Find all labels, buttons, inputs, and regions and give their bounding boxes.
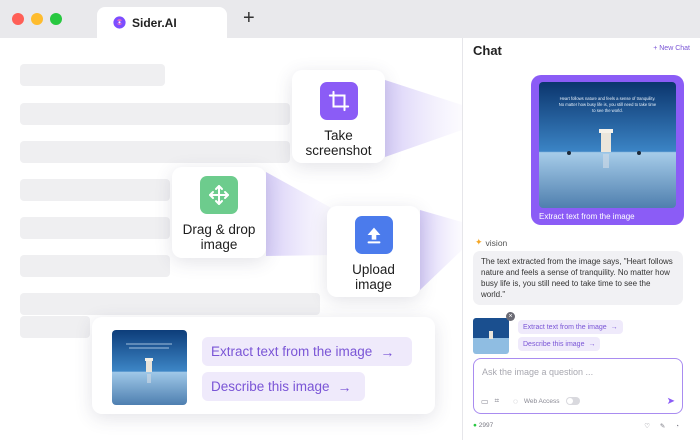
new-chat-button[interactable]: + New Chat: [653, 45, 690, 52]
image-thumbnail[interactable]: [112, 330, 187, 405]
skeleton-line: [20, 217, 170, 239]
credits-icon: ●: [473, 422, 477, 429]
extract-text-mini-chip[interactable]: Extract text from the image →: [518, 320, 623, 334]
image-quote-text: Heart follows nature and feels a sense o…: [558, 96, 657, 113]
extract-text-chip[interactable]: Extract text from the image →: [202, 337, 412, 366]
skeleton-line: [20, 141, 290, 163]
pending-image-thumbnail[interactable]: [473, 318, 509, 354]
close-window-button[interactable]: [12, 13, 24, 25]
tab-title: Sider.AI: [132, 15, 177, 30]
feedback-icons[interactable]: ♡ ✎ ◔: [644, 422, 683, 430]
chat-title: Chat: [473, 43, 502, 58]
image-icon[interactable]: ▭: [481, 397, 489, 406]
web-access-toggle[interactable]: [565, 397, 580, 405]
chat-footer: ● 2997 ♡ ✎ ◔: [473, 422, 685, 434]
upload-icon: [354, 216, 393, 254]
skeleton-line: [20, 255, 170, 277]
attached-image[interactable]: Heart follows nature and feels a sense o…: [539, 82, 676, 208]
arrow-right-icon: →: [337, 378, 352, 395]
web-access-label: Web Access: [523, 397, 560, 405]
drag-drop-label: Drag & drop image: [182, 222, 256, 252]
skeleton-line: [20, 179, 170, 201]
describe-image-mini-chip[interactable]: Describe this image →: [518, 337, 601, 351]
drag-drop-card[interactable]: Drag & drop image: [172, 167, 266, 258]
skeleton-line: [20, 103, 290, 125]
input-toolbar: ▭ ⌗ ◌ Web Access: [481, 396, 580, 406]
crop-icon: [319, 82, 358, 120]
arrow-right-icon: →: [380, 343, 395, 360]
image-action-bar: Extract text from the image → Describe t…: [92, 317, 435, 414]
attach-icon[interactable]: ⌗: [495, 396, 500, 406]
globe-icon: ◌: [513, 396, 518, 406]
skeleton-line: [20, 293, 320, 315]
chat-sidebar: Chat + New Chat Heart follows nature and…: [462, 38, 700, 440]
upload-image-card[interactable]: Upload image: [327, 206, 420, 297]
send-icon[interactable]: ➤: [667, 396, 675, 407]
maximize-window-button[interactable]: [50, 13, 62, 25]
move-arrows-icon: [200, 176, 238, 214]
model-badge: ✦ vision: [475, 237, 508, 248]
credits-count: 2997: [478, 422, 494, 429]
browser-tab[interactable]: Sider.AI: [97, 7, 227, 38]
take-screenshot-card[interactable]: Take screenshot: [292, 70, 385, 163]
plus-icon[interactable]: +: [243, 8, 255, 28]
arrow-right-icon: →: [588, 340, 596, 348]
skeleton-line: [20, 64, 165, 86]
remove-image-icon[interactable]: ×: [506, 312, 515, 321]
user-message-text: Extract text from the image: [539, 212, 635, 221]
take-screenshot-label: Take screenshot: [305, 128, 372, 158]
sider-logo-icon: [113, 16, 126, 29]
browser-titlebar: Sider.AI +: [0, 0, 700, 38]
skeleton-line: [20, 316, 90, 338]
chat-input-box[interactable]: Ask the image a question ... ▭ ⌗ ◌ Web A…: [473, 358, 683, 414]
upload-image-label: Upload image: [352, 262, 395, 292]
describe-image-chip[interactable]: Describe this image →: [202, 372, 365, 401]
arrow-right-icon: →: [610, 323, 618, 331]
user-message-bubble: Heart follows nature and feels a sense o…: [531, 75, 684, 225]
assistant-message: The text extracted from the image says, …: [473, 251, 683, 305]
minimize-window-button[interactable]: [31, 13, 43, 25]
chat-input-placeholder: Ask the image a question ...: [482, 367, 594, 377]
vision-icon: ✦: [475, 237, 483, 247]
